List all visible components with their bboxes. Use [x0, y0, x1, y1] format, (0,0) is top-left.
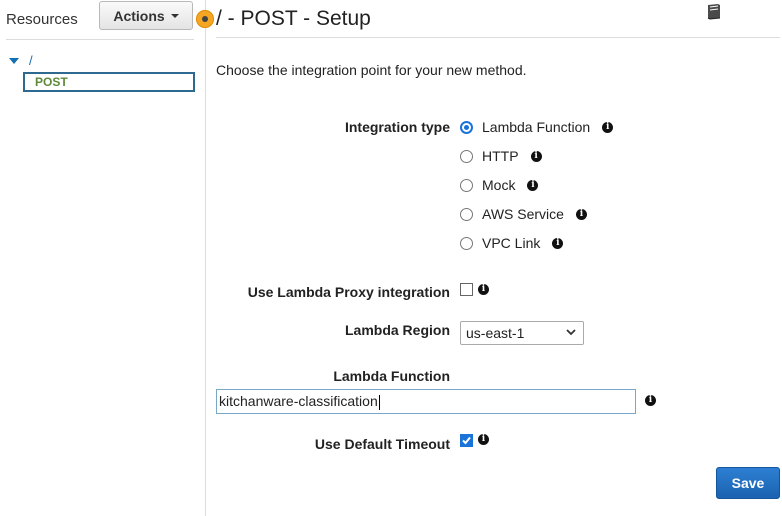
default-timeout-label: Use Default Timeout — [314, 436, 450, 452]
expand-arrow-icon[interactable] — [9, 57, 19, 64]
default-timeout-checkbox[interactable] — [460, 434, 473, 447]
chevron-down-icon — [566, 329, 576, 336]
actions-dropdown-button[interactable]: Actions — [99, 1, 193, 30]
integration-type-label: Integration type — [344, 119, 450, 135]
lambda-function-input[interactable]: kitchanware-classification — [216, 389, 636, 414]
lambda-proxy-label: Use Lambda Proxy integration — [247, 284, 450, 300]
radio-button[interactable] — [460, 178, 473, 192]
tree-root-label: / — [29, 53, 33, 68]
checkmark-icon — [462, 436, 471, 445]
info-icon[interactable]: i — [552, 237, 564, 249]
info-icon[interactable]: i — [527, 179, 539, 191]
tree-item-post[interactable]: POST — [23, 72, 195, 92]
lambda-region-value: us-east-1 — [466, 325, 525, 341]
resources-panel: Resources Actions / POST — [0, 0, 206, 516]
book-icon[interactable] — [704, 2, 724, 22]
radio-vpc-link[interactable]: VPC Link i — [460, 235, 564, 251]
lambda-function-label: Lambda Function — [333, 368, 450, 384]
radio-http[interactable]: HTTP i — [460, 148, 542, 164]
actions-label: Actions — [113, 7, 165, 24]
caret-down-icon — [170, 13, 179, 18]
info-icon[interactable]: i — [602, 121, 614, 133]
radio-button[interactable] — [460, 207, 473, 221]
info-icon[interactable]: i — [575, 208, 587, 220]
radio-label: HTTP — [482, 148, 519, 164]
info-icon[interactable]: i — [530, 150, 542, 162]
radio-label: Mock — [482, 177, 516, 193]
radio-lambda-function[interactable]: Lambda Function i — [460, 119, 614, 135]
splitter-handle-icon[interactable] — [196, 10, 214, 28]
intro-text: Choose the integration point for your ne… — [216, 62, 527, 78]
lambda-region-select[interactable]: us-east-1 — [460, 321, 584, 345]
page-title: / - POST - Setup — [216, 7, 371, 30]
info-icon[interactable]: i — [645, 395, 656, 406]
lambda-region-label: Lambda Region — [344, 322, 450, 338]
lambda-proxy-checkbox[interactable] — [460, 283, 473, 296]
info-icon[interactable]: i — [478, 434, 489, 445]
divider — [6, 39, 194, 40]
radio-label: VPC Link — [482, 235, 541, 251]
radio-aws-service[interactable]: AWS Service i — [460, 206, 587, 222]
tree-item-root[interactable]: / — [9, 53, 33, 68]
divider — [216, 37, 780, 38]
save-button[interactable]: Save — [716, 467, 780, 499]
radio-button[interactable] — [460, 236, 473, 250]
radio-button[interactable] — [460, 149, 473, 163]
radio-mock[interactable]: Mock i — [460, 177, 539, 193]
resources-title: Resources — [6, 11, 78, 28]
radio-button[interactable] — [460, 120, 473, 134]
radio-label: AWS Service — [482, 206, 564, 222]
radio-label: Lambda Function — [482, 119, 591, 135]
info-icon[interactable]: i — [478, 284, 489, 295]
text-cursor — [378, 394, 380, 410]
lambda-function-value: kitchanware-classification — [219, 393, 378, 409]
